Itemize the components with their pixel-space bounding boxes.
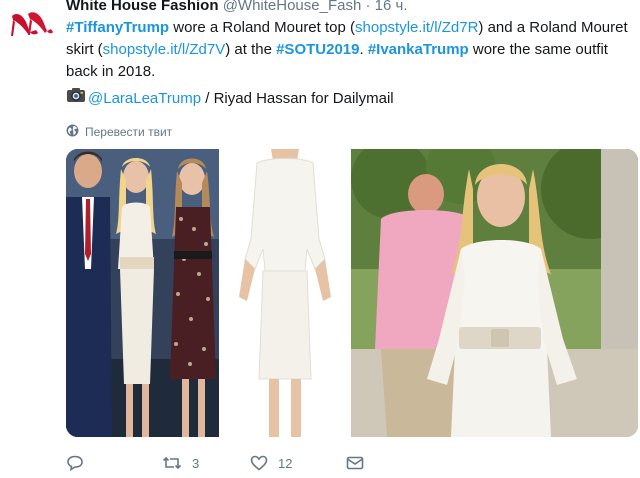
- envelope-icon: [346, 455, 364, 471]
- camera-icon: [66, 87, 86, 110]
- like-button[interactable]: 12: [250, 455, 346, 471]
- tweet-header: White House Fashion @WhiteHouse_Fash · 1…: [66, 0, 636, 16]
- direct-message-button[interactable]: [346, 455, 364, 471]
- photo-product[interactable]: [221, 149, 349, 437]
- avatar[interactable]: [6, 2, 54, 50]
- shopstyle-link[interactable]: shopstyle.it/l/Zd7R: [355, 19, 478, 36]
- hashtag-link[interactable]: #SOTU2019: [276, 41, 359, 58]
- photo-group[interactable]: [66, 149, 219, 437]
- tweet-text-segment: wore a Roland Mouret top (: [169, 19, 356, 36]
- reply-icon: [66, 455, 84, 471]
- reply-button[interactable]: [66, 455, 162, 471]
- outfit-product-illustration: [221, 149, 349, 437]
- header-separator: ·: [365, 0, 371, 14]
- retweet-button[interactable]: 3: [162, 455, 250, 471]
- photo-credit: @LaraLeaTrump / Riyad Hassan for Dailyma…: [66, 87, 636, 110]
- credit-text: / Riyad Hassan for Dailymail: [201, 89, 394, 107]
- tweet-media[interactable]: [66, 149, 638, 437]
- red-heels-logo: [6, 2, 54, 50]
- group-photo-illustration: [66, 149, 219, 437]
- retweet-count: 3: [192, 455, 200, 471]
- author-name[interactable]: White House Fashion: [66, 0, 219, 14]
- tweet-actions: 3 12: [66, 452, 586, 474]
- tweet-body: White House Fashion @WhiteHouse_Fash · 1…: [66, 0, 636, 140]
- heart-icon: [250, 455, 268, 471]
- hashtag-link[interactable]: #IvankaTrump: [368, 41, 469, 58]
- hashtag-link[interactable]: #TiffanyTrump: [66, 19, 169, 36]
- photo-outdoor[interactable]: [351, 149, 638, 437]
- credit-mention[interactable]: @LaraLeaTrump: [88, 88, 201, 110]
- tweet-text-segment: ) at the: [225, 41, 277, 58]
- tweet-text-segment: .: [359, 41, 368, 58]
- like-count: 12: [278, 455, 293, 471]
- author-handle[interactable]: @WhiteHouse_Fash: [223, 0, 362, 14]
- retweet-icon: [162, 455, 182, 471]
- shopstyle-link[interactable]: shopstyle.it/l/Zd7V: [103, 41, 226, 58]
- outdoor-photo-illustration: [351, 149, 638, 437]
- globe-icon: [66, 124, 79, 140]
- translate-label: Перевести твит: [85, 125, 173, 139]
- tweet-text: #TiffanyTrump wore a Roland Mouret top (…: [66, 17, 636, 83]
- translate-tweet[interactable]: Перевести твит: [66, 124, 636, 140]
- tweet-timestamp[interactable]: 16 ч.: [375, 0, 408, 14]
